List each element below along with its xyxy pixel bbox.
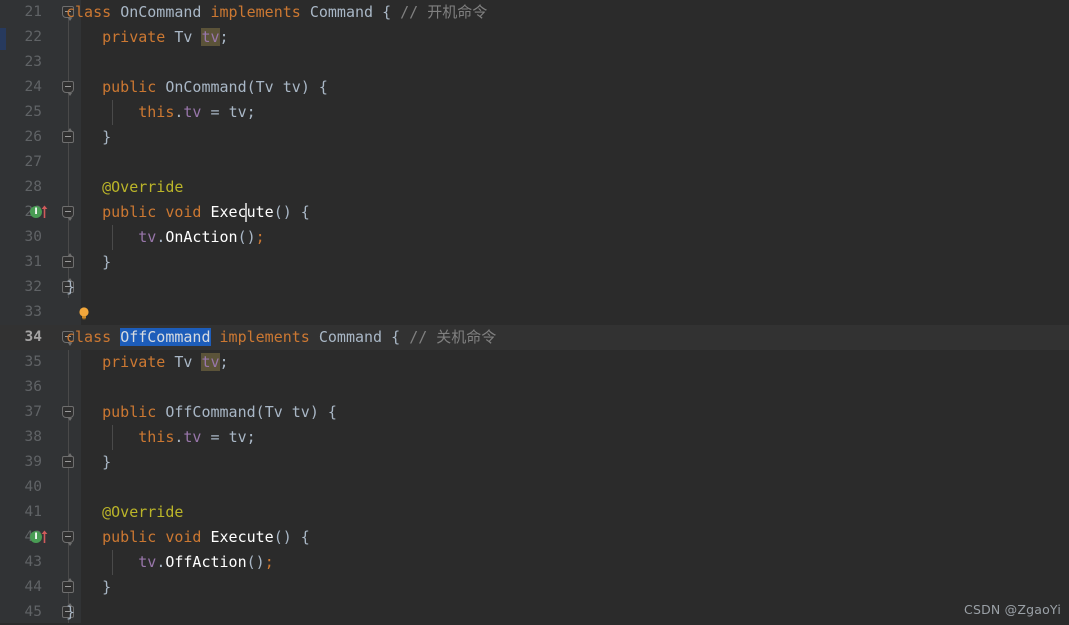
line-number: 36 [24, 379, 42, 395]
line-number: 34 [24, 329, 42, 345]
line-number: 32 [24, 279, 42, 295]
code-line: class OffCommand implements Command { //… [66, 328, 497, 346]
line-number: 28 [24, 179, 42, 195]
override-arrow-icon [41, 205, 48, 218]
line-number: 41 [24, 504, 42, 520]
watermark: CSDN @ZgaoYi [964, 602, 1061, 617]
line-number: 33 [24, 304, 42, 320]
code-editor[interactable]: 21 class OnCommand implements Command { … [0, 0, 1069, 623]
code-line: this.tv = tv; [138, 103, 256, 121]
indent-guide [112, 100, 113, 125]
selected-text: OffCommand [120, 328, 211, 346]
code-line: } [66, 603, 76, 621]
line-number: 24 [24, 79, 42, 95]
code-line: public OnCommand(Tv tv) { [102, 78, 328, 96]
code-line: @Override [102, 178, 184, 196]
code-line: } [66, 278, 76, 296]
code-line: private Tv tv; [102, 353, 229, 371]
line-number: 23 [24, 54, 42, 70]
code-line: } [66, 453, 112, 471]
line-number: 35 [24, 354, 42, 370]
code-line: public OffCommand(Tv tv) { [102, 403, 337, 421]
code-line: } [66, 253, 112, 271]
code-line: } [66, 128, 112, 146]
code-row[interactable]: 41 @Override [0, 500, 1069, 525]
indent-guide [112, 225, 113, 250]
line-number: 26 [24, 129, 42, 145]
code-row[interactable]: 23 [0, 50, 1069, 75]
text-caret [245, 203, 247, 222]
code-line: public void Execute() { [102, 203, 310, 221]
override-arrow-icon [41, 530, 48, 543]
code-line: tv.OffAction(); [138, 553, 274, 571]
code-line: this.tv = tv; [138, 428, 256, 446]
indent-guide [112, 425, 113, 450]
code-row[interactable]: 40 [0, 475, 1069, 500]
code-line: tv.OnAction(); [138, 228, 265, 246]
code-row[interactable]: 35 private Tv tv; [0, 350, 1069, 375]
line-number: 43 [24, 554, 42, 570]
line-number: 45 [24, 604, 42, 620]
code-row[interactable]: 28 @Override [0, 175, 1069, 200]
code-row-current[interactable]: 34 class OffCommand implements Command {… [0, 325, 1069, 350]
line-number: 44 [24, 579, 42, 595]
line-number: 21 [24, 4, 42, 20]
code-row[interactable]: 36 [0, 375, 1069, 400]
implementing-method-icon[interactable]: I [30, 530, 48, 544]
indent-guide [112, 550, 113, 575]
line-number: 25 [24, 104, 42, 120]
code-row[interactable]: 32 } [0, 275, 1069, 300]
line-number: 22 [24, 29, 42, 45]
code-row[interactable]: 29 I public void Execute() { [0, 200, 1069, 225]
line-number: 39 [24, 454, 42, 470]
line-number: 31 [24, 254, 42, 270]
code-row[interactable]: 43 tv.OffAction(); [0, 550, 1069, 575]
code-row[interactable]: 44 } [0, 575, 1069, 600]
code-line: } [66, 578, 112, 596]
code-row[interactable]: 33 [0, 300, 1069, 325]
code-row[interactable]: 39 } [0, 450, 1069, 475]
implementing-method-icon[interactable]: I [30, 205, 48, 219]
code-row[interactable]: 37 public OffCommand(Tv tv) { [0, 400, 1069, 425]
code-row[interactable]: 26 } [0, 125, 1069, 150]
code-row[interactable]: 21 class OnCommand implements Command { … [0, 0, 1069, 25]
code-row[interactable]: 30 tv.OnAction(); [0, 225, 1069, 250]
line-number: 38 [24, 429, 42, 445]
code-line: class OnCommand implements Command { // … [66, 3, 488, 21]
code-row[interactable]: 25 this.tv = tv; [0, 100, 1069, 125]
code-row[interactable]: 24 public OnCommand(Tv tv) { [0, 75, 1069, 100]
code-row[interactable]: 27 [0, 150, 1069, 175]
code-row[interactable]: 45 } [0, 600, 1069, 625]
code-row[interactable]: 31 } [0, 250, 1069, 275]
line-number: 40 [24, 479, 42, 495]
code-row[interactable]: 42 I public void Execute() { [0, 525, 1069, 550]
line-number: 30 [24, 229, 42, 245]
line-number: 37 [24, 404, 42, 420]
code-line: @Override [102, 503, 184, 521]
code-row[interactable]: 38 this.tv = tv; [0, 425, 1069, 450]
code-line: private Tv tv; [102, 28, 229, 46]
code-row[interactable]: 22 private Tv tv; [0, 25, 1069, 50]
code-line: public void Execute() { [102, 528, 310, 546]
line-number: 27 [24, 154, 42, 170]
